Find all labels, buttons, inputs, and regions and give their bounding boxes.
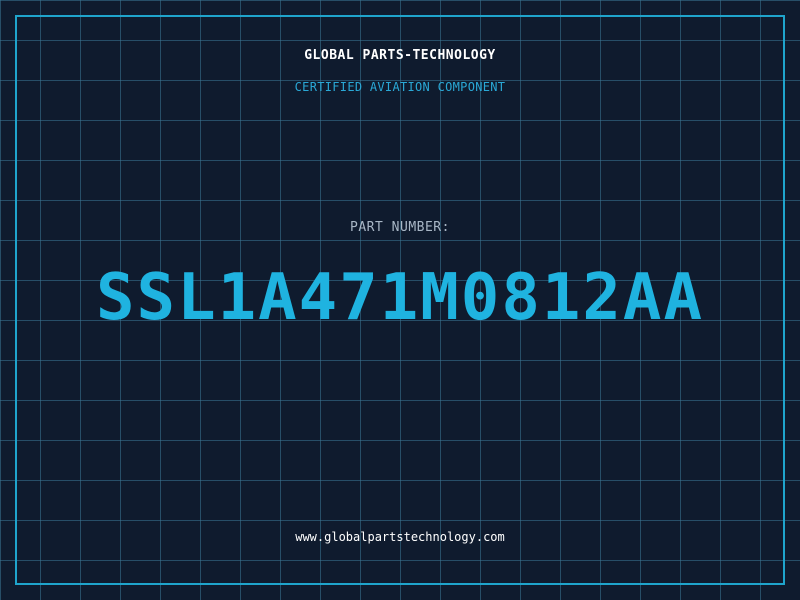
part-number-value: SSL1A471M0812AA [96,261,704,335]
company-name: GLOBAL PARTS-TECHNOLOGY [304,48,496,63]
tagline: CERTIFIED AVIATION COMPONENT [294,80,506,94]
part-number-label: PART NUMBER: [350,220,450,235]
website-url: www.globalpartstechnology.com [295,530,505,544]
